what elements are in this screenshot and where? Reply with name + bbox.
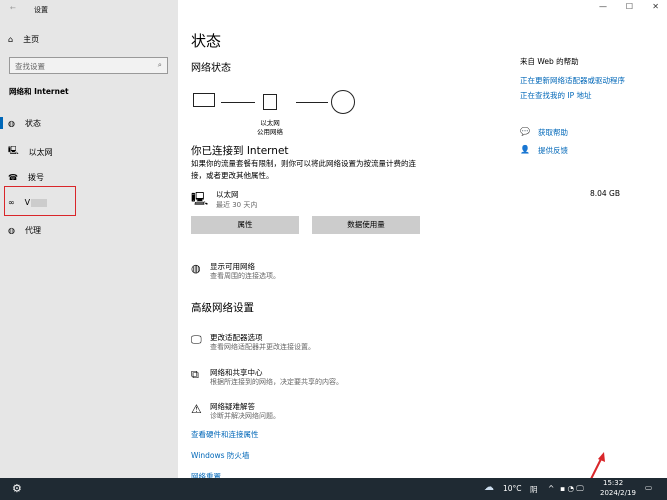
help-link[interactable]: 正在更新网络适配器或驱动程序 — [520, 75, 625, 86]
item-sub: 根据所连接到的网络，决定要共享的内容。 — [210, 378, 343, 386]
globe-icon: ◍ — [8, 226, 15, 235]
hardware-properties-link[interactable]: 查看硬件和连接属性 — [191, 429, 259, 440]
weather-desc: 阴 — [530, 485, 538, 494]
window-title: 设置 — [34, 6, 48, 14]
feedback-link[interactable]: 提供反馈 — [538, 145, 568, 156]
notification-icon[interactable]: ▭ — [645, 483, 652, 492]
weather-temp[interactable]: 10°C — [503, 484, 522, 493]
data-usage-button[interactable]: 数据使用量 — [312, 216, 420, 234]
monitor-icon: 🖵 — [191, 333, 202, 346]
taskbar: ⚙ ☁ 10°C 阴 ^ ▪ ◔ 🖵 15:32 2024/2/19 ▭ — [0, 478, 667, 500]
item-sub: 诊断并解决网络问题。 — [210, 412, 280, 420]
chevron-up-icon[interactable]: ^ — [548, 484, 554, 493]
chat-icon: 💬 — [520, 127, 530, 136]
show-networks-sub: 查看周围的连接选项。 — [210, 272, 280, 280]
ethernet-icon — [263, 94, 277, 110]
minimize-button[interactable]: — — [599, 2, 607, 11]
label: 拨号 — [27, 173, 44, 182]
globe-icon: ◍ — [191, 262, 201, 275]
clock-time[interactable]: 15:32 — [603, 479, 623, 487]
search-input[interactable]: 查找设置 ⌕ — [9, 57, 168, 74]
clock-date[interactable]: 2024/2/19 — [600, 489, 636, 497]
gear-icon[interactable]: ⚙ — [12, 482, 22, 495]
connected-desc: 如果你的流量套餐有限制，则你可以将此网络设置为按流量计费的连接，或者更改其他属性… — [191, 159, 416, 180]
warning-icon: ⚠ — [191, 402, 202, 416]
ethernet-icon: 🖳 — [191, 192, 209, 207]
pc-icon — [193, 93, 215, 107]
red-arrow — [590, 452, 605, 480]
active-indicator — [0, 117, 3, 129]
sidebar: ← 设置 ⌂ 主页 查找设置 ⌕ 网络和 Internet ◍ 状态 🖳 以太网 ☎ 拨号… — [0, 0, 178, 478]
network-type: 公用网络 — [257, 128, 283, 136]
connector-line — [221, 102, 255, 103]
sidebar-item-ethernet[interactable]: 🖳 以太网 — [8, 145, 53, 159]
connected-heading: 你已连接到 Internet — [191, 145, 289, 157]
network-status-heading: 网络状态 — [191, 63, 231, 74]
item-sub: 查看网络适配器并更改连接设置。 — [210, 343, 315, 351]
ethernet-icon: 🖳 — [8, 146, 19, 155]
section-title: 网络和 Internet — [9, 87, 69, 96]
main-content: — ☐ ✕ 状态 网络状态 以太网 公用网络 你已连接到 Internet 如果… — [178, 0, 667, 480]
connector-line — [296, 102, 328, 103]
home-label: 主页 — [23, 35, 40, 44]
internet-globe-icon — [331, 90, 355, 114]
connection-name: 以太网 — [216, 190, 239, 199]
highlight-box — [4, 186, 76, 216]
dialup-icon: ☎ — [8, 173, 18, 182]
feedback-icon: 👤 — [520, 145, 530, 154]
search-placeholder: 查找设置 — [15, 62, 45, 71]
advanced-heading: 高级网络设置 — [191, 302, 254, 314]
back-icon[interactable]: ← — [10, 4, 16, 12]
page-title: 状态 — [191, 32, 222, 50]
label: 状态 — [24, 119, 41, 128]
data-usage-value: 8.04 GB — [589, 189, 620, 198]
close-button[interactable]: ✕ — [652, 2, 659, 11]
help-link[interactable]: 正在查找我的 IP 地址 — [520, 90, 592, 101]
home-icon: ⌂ — [8, 35, 14, 44]
firewall-link[interactable]: Windows 防火墙 — [191, 450, 249, 461]
sidebar-item-status[interactable]: ◍ 状态 — [8, 118, 41, 129]
label: 以太网 — [28, 147, 53, 157]
help-heading: 来自 Web 的帮助 — [520, 57, 579, 66]
tray-icons[interactable]: ▪ ◔ 🖵 — [560, 484, 584, 494]
globe-icon: ◍ — [8, 119, 15, 128]
sidebar-item-dialup[interactable]: ☎ 拨号 — [8, 172, 44, 183]
sidebar-home[interactable]: ⌂ 主页 — [8, 34, 39, 45]
sidebar-item-proxy[interactable]: ◍ 代理 — [8, 225, 41, 236]
properties-button[interactable]: 属性 — [191, 216, 299, 234]
cloud-icon: ☁ — [484, 482, 494, 493]
maximize-button[interactable]: ☐ — [626, 2, 633, 11]
connection-period: 最近 30 天内 — [216, 201, 258, 209]
sharing-icon: ⧉ — [191, 368, 199, 381]
search-icon: ⌕ — [157, 60, 162, 69]
label: 代理 — [24, 226, 41, 235]
network-reset-link[interactable]: 网络重置 — [191, 471, 221, 478]
get-help-link[interactable]: 获取帮助 — [538, 127, 568, 138]
